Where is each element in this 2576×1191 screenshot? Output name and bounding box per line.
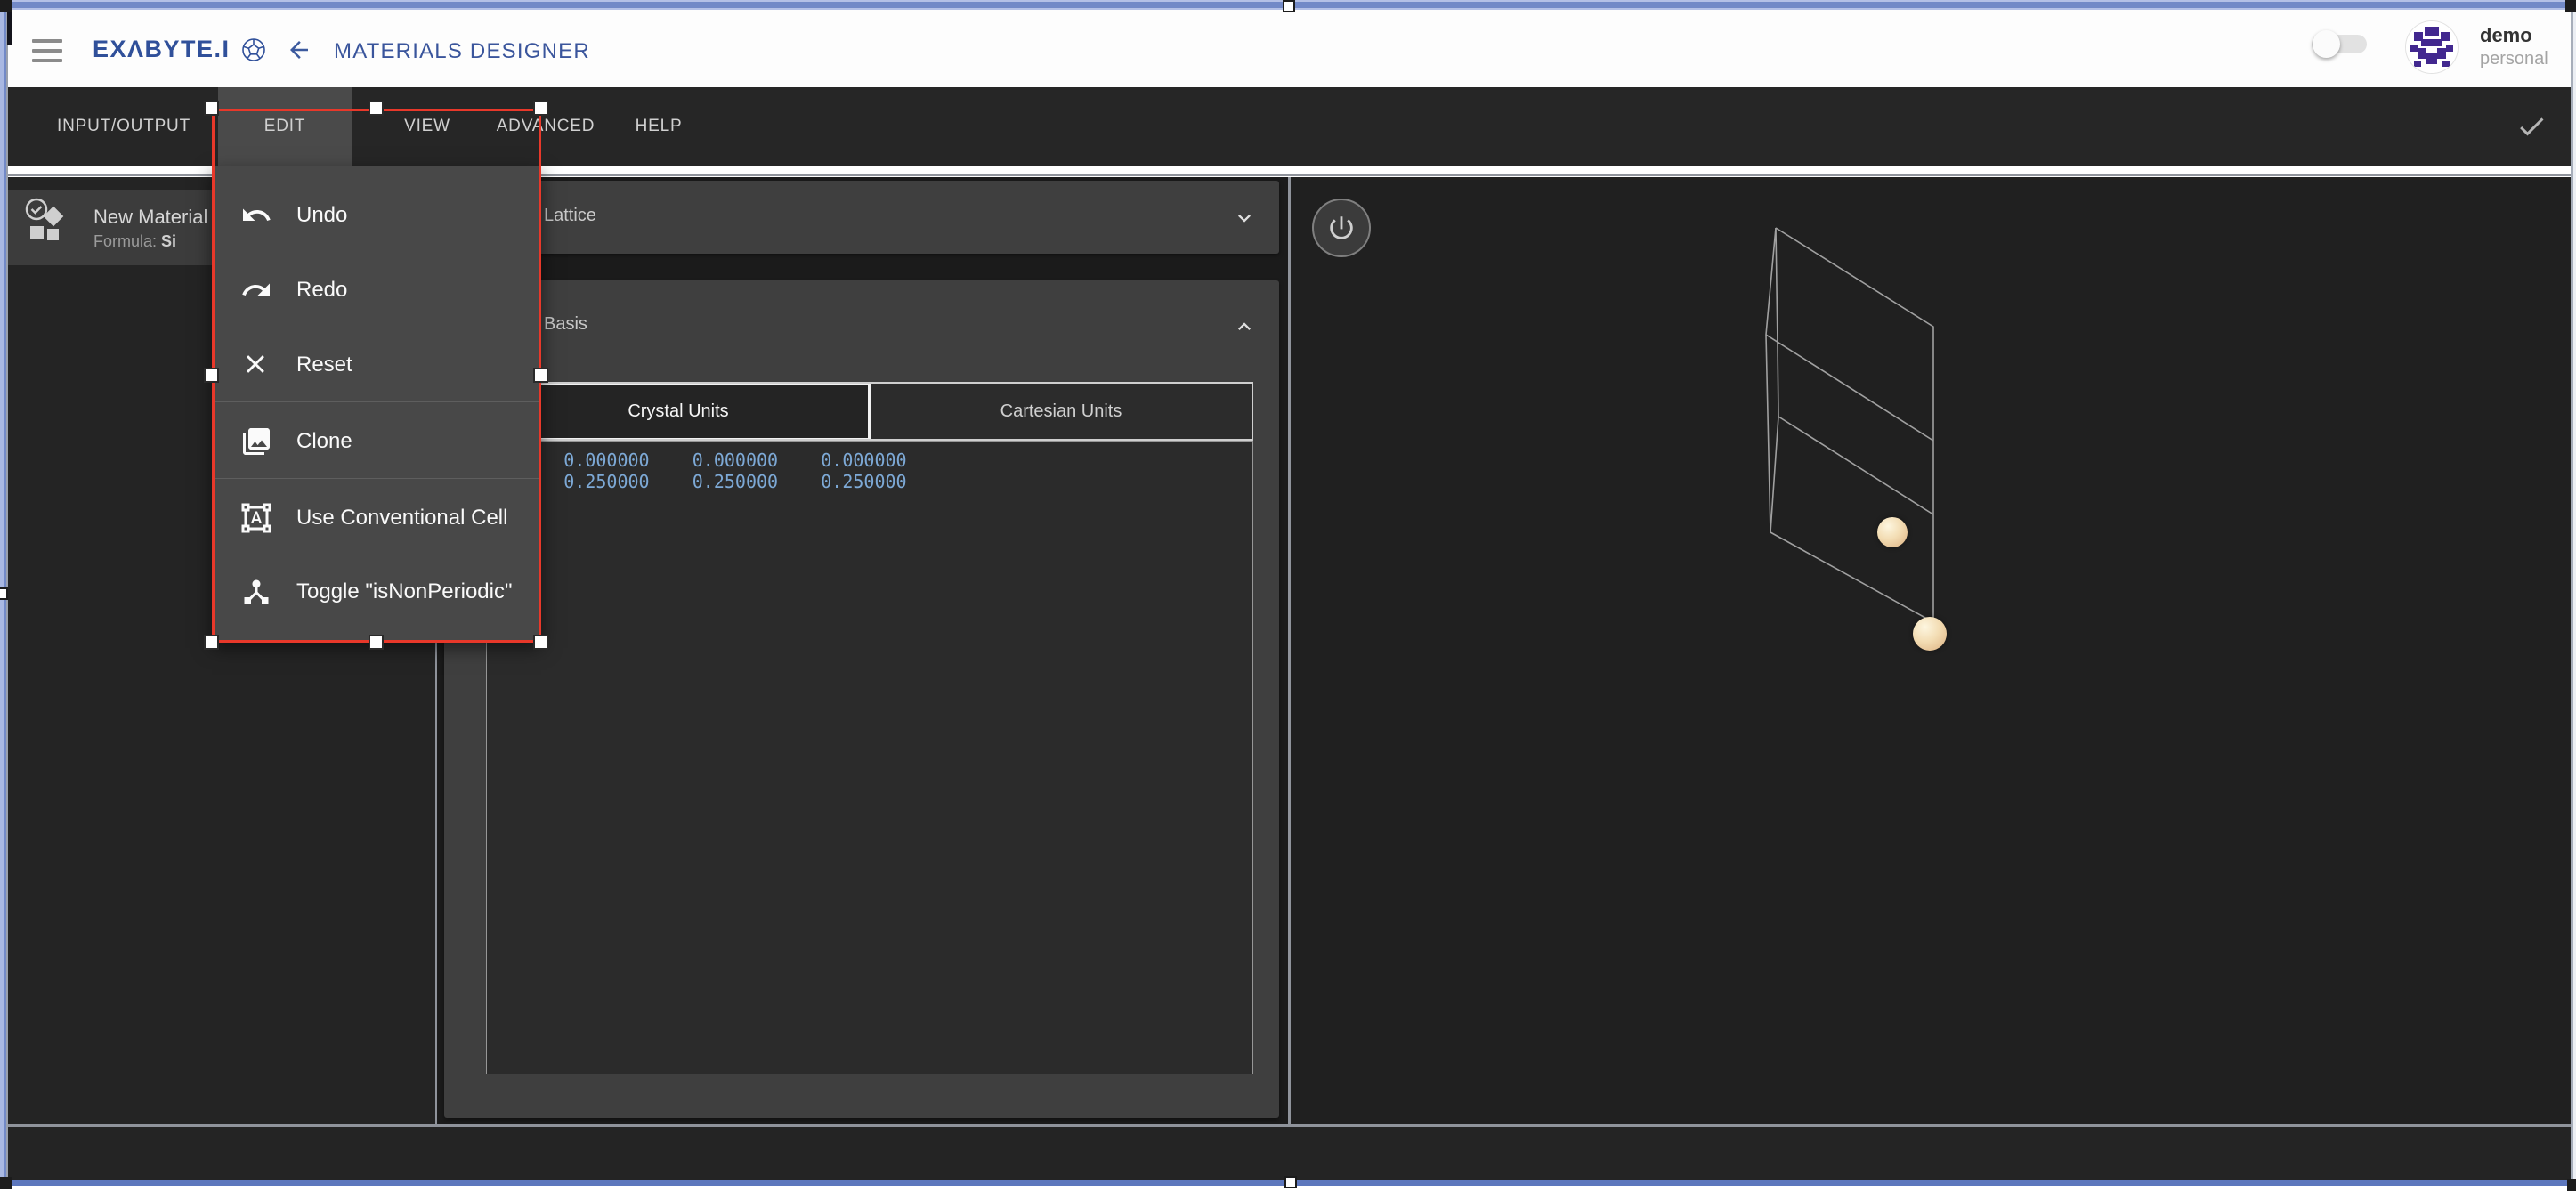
- annotation-handle-top-left[interactable]: [204, 101, 219, 116]
- hamburger-menu-icon[interactable]: [32, 39, 62, 69]
- menu-help[interactable]: HELP: [619, 87, 699, 166]
- basis-section-label: Basis: [544, 314, 587, 335]
- capture-frame-right: [2571, 0, 2576, 1187]
- basis-section: Basis Crystal Units Cartesian Units Si 0…: [444, 280, 1279, 1118]
- back-arrow-icon[interactable]: [286, 36, 312, 63]
- annotation-handle-bottom-right[interactable]: [533, 635, 548, 650]
- annotation-handle-left-middle[interactable]: [204, 368, 219, 383]
- material-shapes-icon: [23, 198, 73, 251]
- app-bar: EXΛBYTE.I MATERIALS DESIGNER: [8, 10, 2571, 87]
- page-title: MATERIALS DESIGNER: [334, 39, 590, 64]
- annotation-handle-top-right[interactable]: [533, 101, 548, 116]
- theme-toggle-knob[interactable]: [2313, 30, 2340, 58]
- power-icon: [1326, 213, 1357, 243]
- atom-si-1[interactable]: [1877, 517, 1908, 547]
- annotation-handle-right-middle[interactable]: [533, 368, 548, 383]
- accept-check-icon[interactable]: [2515, 110, 2548, 142]
- annotation-handle-bottom-center[interactable]: [369, 635, 384, 650]
- material-3d-viewer[interactable]: [1291, 177, 2571, 1124]
- basis-row: Si 0.250000 0.250000 0.250000: [499, 471, 907, 492]
- frame-handle-bottom-center[interactable]: [1284, 1176, 1297, 1188]
- basis-coordinates-editor[interactable]: Si 0.000000 0.000000 0.000000 Si 0.25000…: [486, 441, 1253, 1074]
- bottom-bar: [8, 1127, 2571, 1180]
- tab-crystal-units[interactable]: Crystal Units: [488, 384, 871, 439]
- frame-handle-left-middle[interactable]: [0, 587, 8, 600]
- avatar[interactable]: [2405, 20, 2459, 74]
- material-form-panel: Lattice Basis Crystal Units Cartesian Un…: [437, 177, 1288, 1124]
- lattice-section-label: Lattice: [544, 206, 596, 226]
- logo-globe-icon: [241, 37, 266, 62]
- lattice-section[interactable]: Lattice: [444, 181, 1279, 254]
- basis-units-tabs: Crystal Units Cartesian Units: [486, 382, 1253, 441]
- atom-si-2[interactable]: [1913, 617, 1947, 651]
- annotation-selection-rect[interactable]: [212, 109, 541, 643]
- chevron-down-icon[interactable]: [1232, 206, 1257, 231]
- chevron-up-icon[interactable]: [1232, 314, 1257, 339]
- frame-handle-top-left[interactable]: [0, 0, 12, 12]
- unit-cell-wireframe: [1718, 205, 2021, 685]
- frame-handle-top-right[interactable]: [2565, 0, 2576, 12]
- annotation-handle-top-center[interactable]: [369, 101, 384, 116]
- user-account-type: personal: [2480, 49, 2548, 69]
- exabyte-logo[interactable]: EXΛBYTE.I: [93, 36, 231, 63]
- frame-handle-top-center[interactable]: [1283, 0, 1295, 12]
- user-name[interactable]: demo: [2480, 24, 2532, 47]
- annotation-handle-bottom-left[interactable]: [204, 635, 219, 650]
- tab-cartesian-units[interactable]: Cartesian Units: [871, 384, 1252, 439]
- power-button[interactable]: [1312, 198, 1371, 257]
- basis-row: Si 0.000000 0.000000 0.000000: [499, 450, 907, 471]
- frame-handle-bottom-right[interactable]: [2567, 1179, 2576, 1191]
- material-formula: Formula: Si: [93, 232, 176, 251]
- menu-input-output[interactable]: INPUT/OUTPUT: [48, 87, 199, 166]
- material-title: New Material: [93, 206, 207, 229]
